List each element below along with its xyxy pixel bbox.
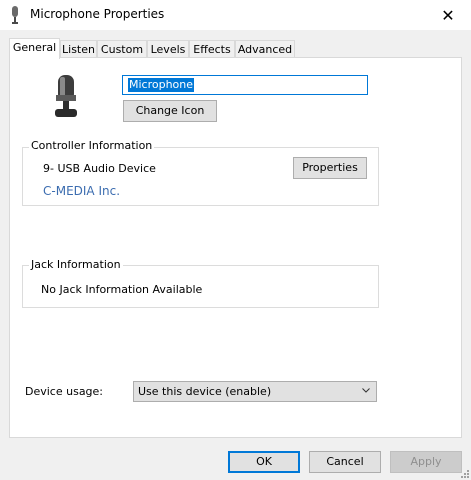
jack-info-text: No Jack Information Available — [41, 283, 203, 296]
device-usage-label: Device usage: — [25, 385, 104, 398]
properties-button[interactable]: Properties — [293, 157, 367, 179]
tab-levels[interactable]: Levels — [147, 40, 189, 58]
tab-custom[interactable]: Custom — [97, 40, 147, 58]
close-button[interactable]: ✕ — [425, 0, 471, 30]
resize-grip-icon[interactable] — [459, 468, 469, 478]
cancel-button[interactable]: Cancel — [309, 451, 381, 473]
device-name-field[interactable]: Microphone — [122, 75, 368, 95]
device-name-value: Microphone — [128, 78, 195, 92]
change-icon-button[interactable]: Change Icon — [123, 100, 217, 122]
tab-listen[interactable]: Listen — [60, 40, 97, 58]
jack-info-label: Jack Information — [29, 258, 123, 271]
ok-button[interactable]: OK — [228, 451, 300, 473]
microphone-device-icon — [55, 75, 77, 117]
tab-general[interactable]: General — [9, 38, 60, 59]
close-icon: ✕ — [441, 5, 455, 25]
controller-device-name: 9- USB Audio Device — [43, 162, 156, 175]
chevron-down-icon — [362, 388, 370, 393]
title-bar: Microphone Properties ✕ — [0, 0, 471, 30]
controller-info-label: Controller Information — [29, 139, 155, 152]
device-usage-value: Use this device (enable) — [138, 385, 272, 398]
controller-vendor-link[interactable]: C-MEDIA Inc. — [43, 184, 120, 198]
window-title: Microphone Properties — [30, 7, 165, 21]
tab-advanced[interactable]: Advanced — [235, 40, 295, 58]
microphone-icon — [12, 6, 18, 24]
device-usage-select[interactable]: Use this device (enable) — [133, 381, 377, 402]
apply-button: Apply — [390, 451, 462, 473]
tab-effects[interactable]: Effects — [189, 40, 235, 58]
